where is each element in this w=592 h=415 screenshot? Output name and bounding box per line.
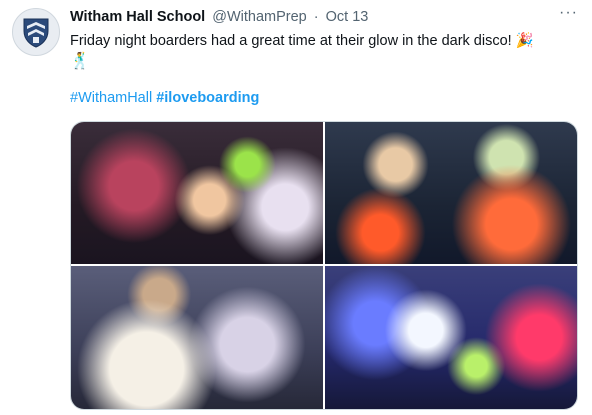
avatar[interactable] <box>12 8 60 56</box>
tweet-date[interactable]: Oct 13 <box>326 9 369 25</box>
photo-2[interactable] <box>325 122 577 264</box>
dancer-icon: 🕺 <box>70 53 90 70</box>
hashtags: #WithamHall #iloveboarding <box>70 90 259 106</box>
photo-1[interactable] <box>71 122 323 264</box>
hashtag-link[interactable]: #WithamHall <box>70 90 152 106</box>
tweet-text-line-2: 🕺 <box>70 51 90 71</box>
tweet-header: Witham Hall School @WithamPrep · Oct 13 <box>70 9 578 29</box>
photo-3[interactable] <box>71 266 323 409</box>
author-handle[interactable]: @WithamPrep <box>212 9 307 25</box>
media-grid <box>70 121 578 410</box>
hashtag-link[interactable]: #iloveboarding <box>156 90 259 106</box>
school-crest-icon <box>23 18 49 48</box>
party-popper-icon: 🎉 <box>515 33 534 50</box>
tweet-text: Friday night boarders had a great time a… <box>70 31 572 51</box>
separator: · <box>313 9 319 25</box>
author-name[interactable]: Witham Hall School <box>70 9 205 25</box>
tweet-text-line: Friday night boarders had a great time a… <box>70 33 512 49</box>
tweet[interactable]: Witham Hall School @WithamPrep · Oct 13 … <box>0 0 592 415</box>
photo-4[interactable] <box>325 266 577 409</box>
more-options-icon[interactable]: ··· <box>559 4 578 22</box>
